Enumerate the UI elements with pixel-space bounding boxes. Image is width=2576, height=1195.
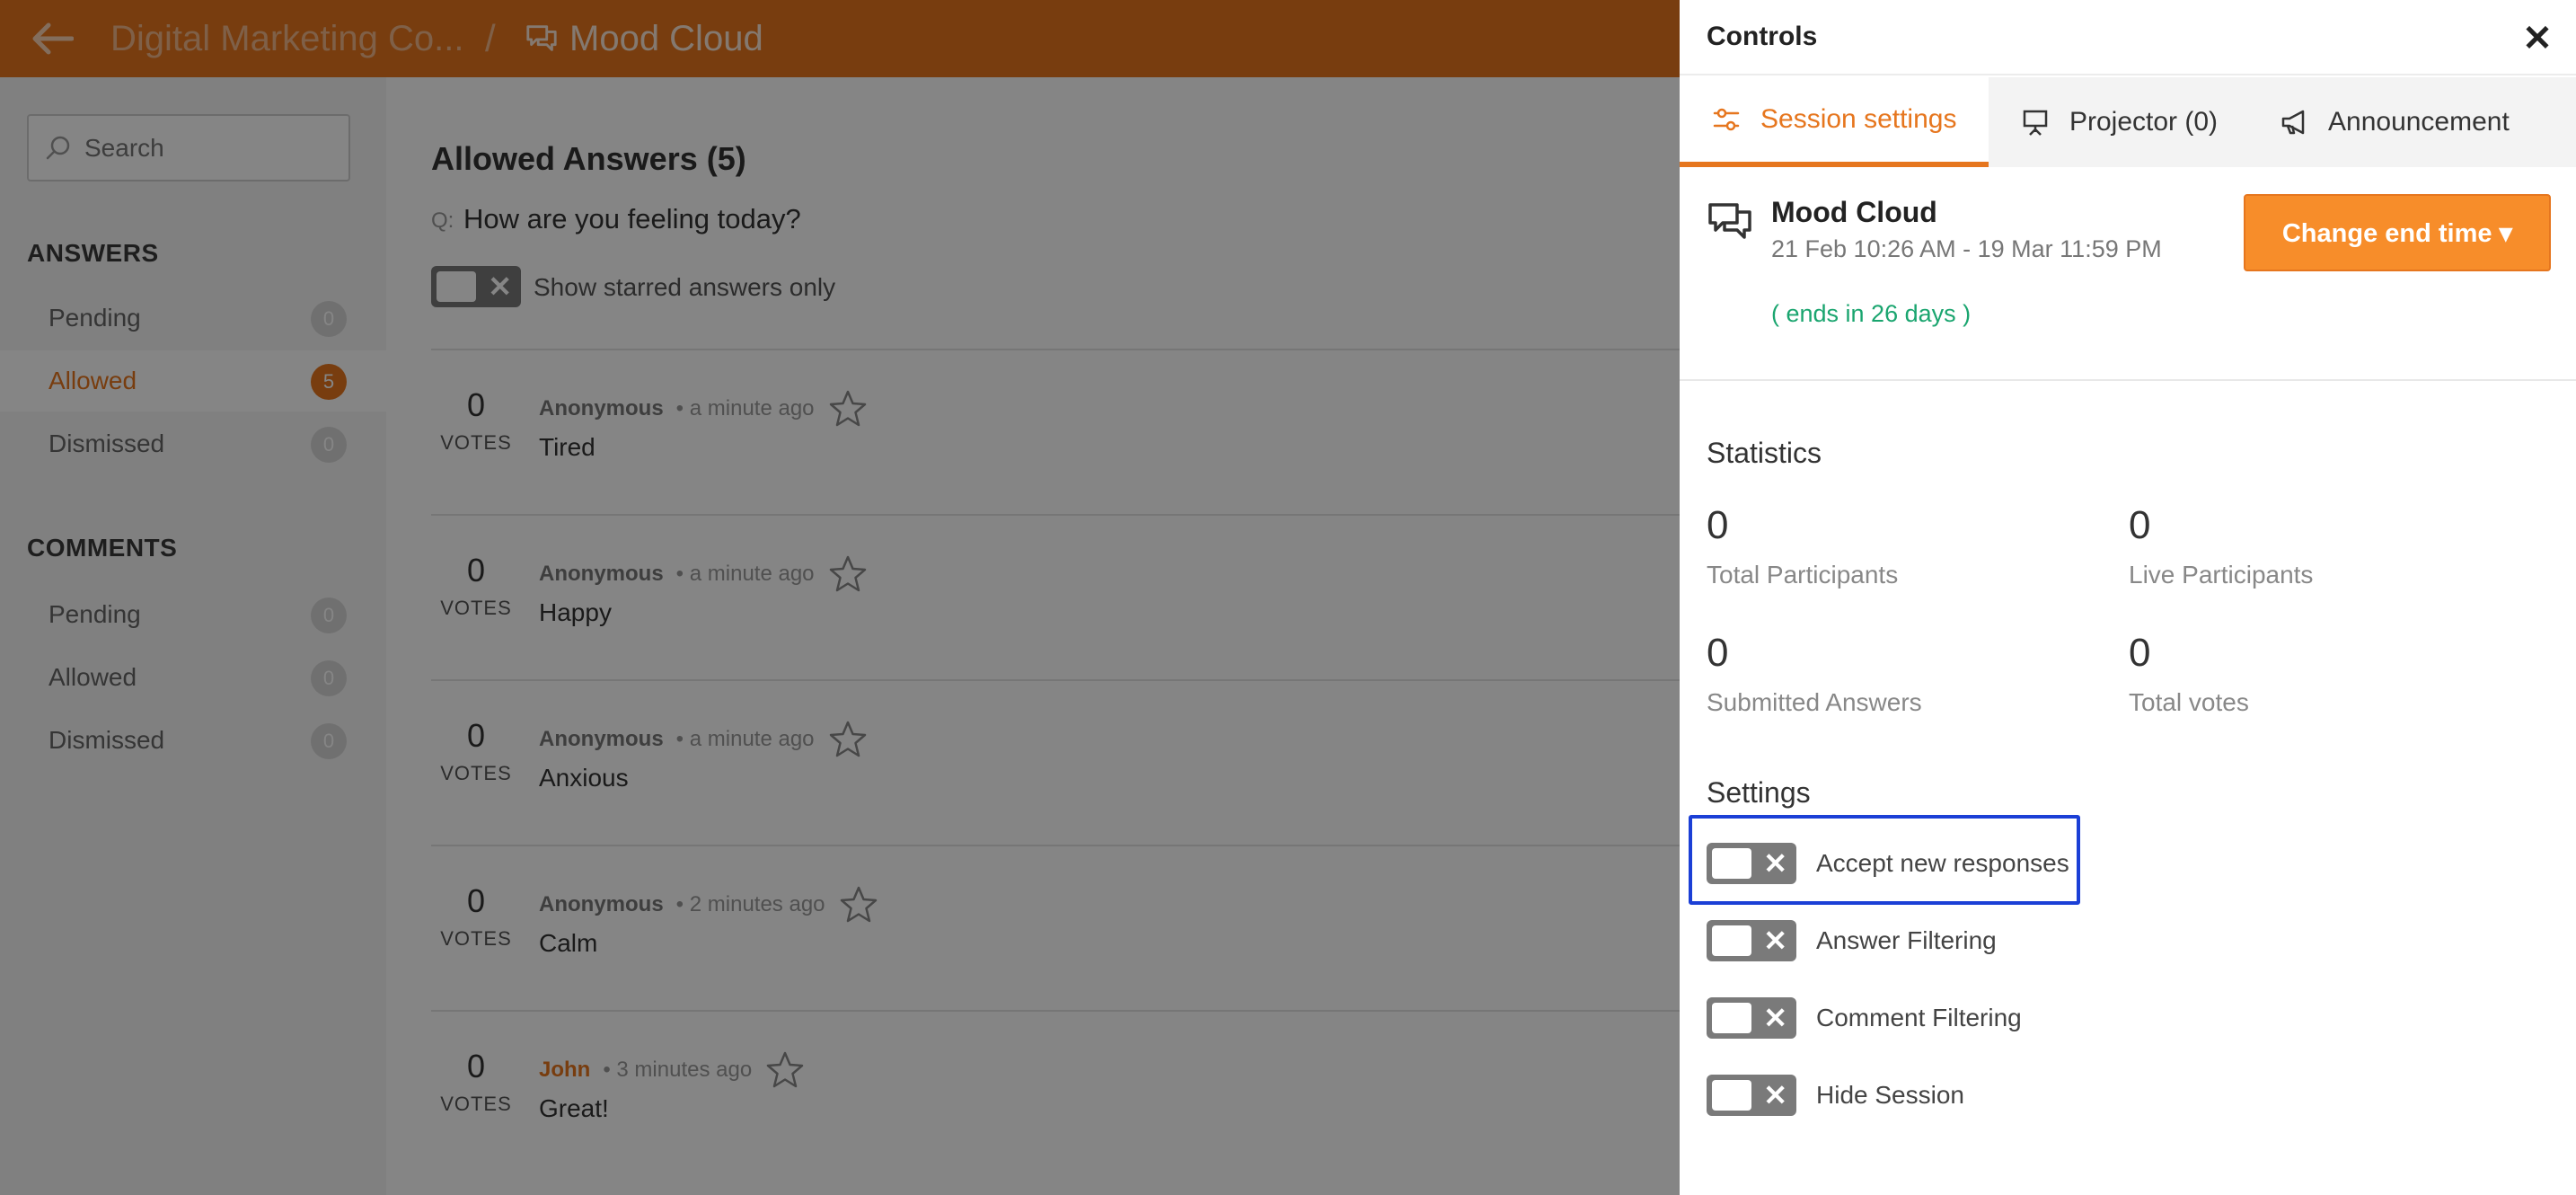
tab-projector[interactable]: Projector (0) <box>2021 77 2218 167</box>
change-end-time-button[interactable]: Change end time ▾ <box>2244 194 2551 271</box>
tab-label: Session settings <box>1760 104 1957 134</box>
close-button[interactable]: ✕ <box>2513 14 2562 63</box>
tab-session-settings[interactable]: Session settings <box>1680 77 1989 167</box>
stat-label: Live Participants <box>2129 561 2314 589</box>
hide-session-toggle[interactable]: ✕ <box>1707 1075 1796 1116</box>
stat-value: 0 <box>2129 631 2151 675</box>
stat-value: 0 <box>1707 503 1729 547</box>
panel-title: Controls <box>1707 22 1818 51</box>
close-icon: ✕ <box>1763 925 1787 957</box>
setting-label: Hide Session <box>1816 1081 1964 1109</box>
stat-value: 0 <box>2129 503 2151 547</box>
megaphone-icon <box>2281 110 2305 135</box>
session-name: Mood Cloud <box>1771 196 1937 228</box>
panel-header: Controls ✕ <box>1680 0 2576 75</box>
close-icon: ✕ <box>1763 1079 1787 1111</box>
statistics-heading: Statistics <box>1707 437 1822 469</box>
answer-filtering-toggle[interactable]: ✕ <box>1707 920 1796 961</box>
setting-comment-filtering[interactable]: ✕ Comment Filtering <box>1707 995 2022 1041</box>
stat-label: Total Participants <box>1707 561 1899 589</box>
comment-filtering-toggle[interactable]: ✕ <box>1707 997 1796 1039</box>
session-dates: 21 Feb 10:26 AM - 19 Mar 11:59 PM <box>1771 235 2162 262</box>
session-ends: ( ends in 26 days ) <box>1771 300 1972 327</box>
close-icon: ✕ <box>2522 19 2553 58</box>
stat-label: Total votes <box>2129 688 2249 716</box>
panel-tabs: Session settings Projector (0) Announcem… <box>1680 77 2576 167</box>
close-icon: ✕ <box>1763 1002 1787 1034</box>
tab-label: Projector (0) <box>2069 107 2219 137</box>
tab-label: Announcement <box>2328 107 2510 137</box>
setting-hide-session[interactable]: ✕ Hide Session <box>1707 1072 1964 1119</box>
sliders-icon <box>1713 108 1740 131</box>
chat-bubbles-icon <box>1708 203 1751 239</box>
toggle-knob <box>1712 925 1751 956</box>
toggle-knob <box>1712 1080 1751 1111</box>
setting-label: Comment Filtering <box>1816 1004 2022 1031</box>
focus-highlight <box>1689 815 2080 905</box>
setting-label: Answer Filtering <box>1816 926 1997 954</box>
toggle-knob <box>1712 1003 1751 1033</box>
controls-panel: Controls ✕ Session settings Projector (0… <box>1680 0 2576 1195</box>
stat-value: 0 <box>1707 631 1729 675</box>
settings-heading: Settings <box>1707 776 1811 809</box>
setting-answer-filtering[interactable]: ✕ Answer Filtering <box>1707 917 1997 964</box>
stat-label: Submitted Answers <box>1707 688 1922 716</box>
tab-announcement[interactable]: Announcement <box>2280 77 2510 167</box>
projector-screen-icon <box>2023 110 2048 136</box>
divider <box>1680 379 2576 381</box>
